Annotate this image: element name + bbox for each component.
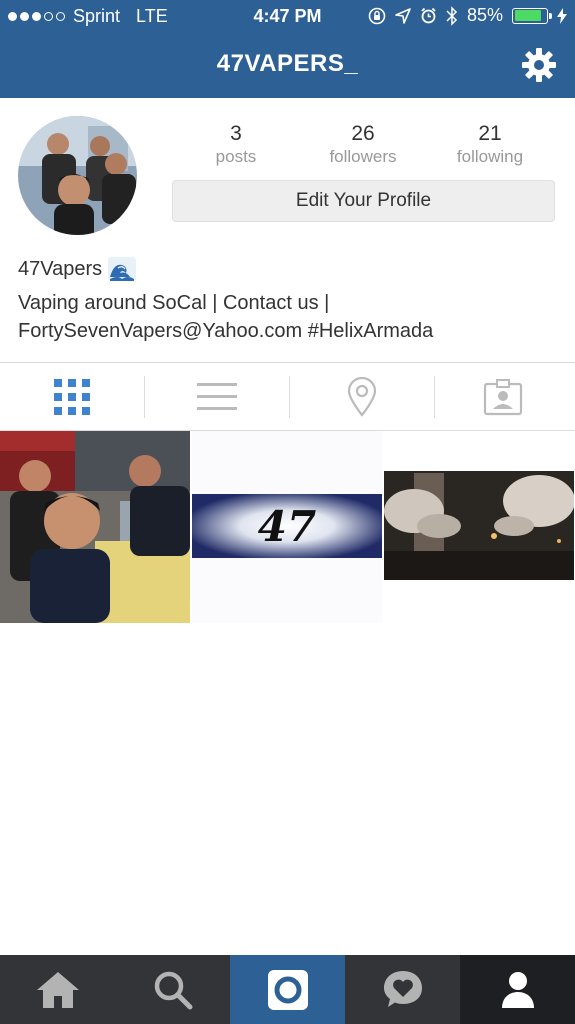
bottom-tab-bar — [0, 955, 575, 1024]
posts-count: 3 — [230, 122, 242, 145]
bio-line-2[interactable]: FortySevenVapers@Yahoo.com #HelixArmada — [18, 317, 558, 345]
tab-map[interactable] — [290, 363, 434, 430]
profile-name-row: 47Vapers — [18, 257, 137, 281]
post-thumbnail[interactable] — [0, 431, 190, 623]
photo-47-logo: 47 — [192, 431, 382, 623]
camera-icon — [267, 969, 308, 1010]
post-thumbnail[interactable]: 47 — [192, 431, 382, 623]
tab-grid[interactable] — [0, 363, 144, 430]
status-right: 85% — [368, 5, 567, 26]
gear-icon[interactable] — [521, 47, 557, 83]
display-name: 47Vapers — [18, 257, 103, 280]
tab-home[interactable] — [0, 955, 115, 1024]
tab-camera[interactable] — [230, 955, 345, 1024]
following-count: 21 — [478, 122, 502, 145]
list-icon — [197, 382, 237, 410]
stat-posts[interactable]: 3 posts — [172, 122, 300, 167]
search-icon — [154, 971, 192, 1009]
photo-vapor-clouds — [384, 431, 574, 623]
posts-label: posts — [215, 147, 257, 166]
stat-followers[interactable]: 26 followers — [299, 122, 427, 167]
followers-label: followers — [329, 147, 397, 166]
profile-bio: Vaping around SoCal | Contact us | Forty… — [18, 289, 558, 345]
location-pin-icon — [347, 376, 377, 417]
top-bar: Sprint LTE 4:47 PM 85% 47VAPERS_ — [0, 0, 575, 98]
orientation-lock-icon — [368, 7, 386, 24]
alarm-icon — [421, 7, 436, 24]
battery-percent: 85% — [466, 5, 503, 25]
profile-icon — [501, 971, 534, 1008]
photo-group-selfie — [0, 431, 190, 623]
profile-stats: 3 posts 26 followers 21 following — [172, 122, 556, 166]
edit-profile-button[interactable]: Edit Your Profile — [172, 180, 555, 222]
home-icon — [36, 971, 79, 1008]
grid-icon — [54, 378, 90, 415]
bio-line-1: Vaping around SoCal | Contact us | — [18, 292, 330, 314]
followers-count: 26 — [351, 122, 375, 145]
photo-47-text: 47 — [258, 502, 316, 551]
tab-activity[interactable] — [345, 955, 460, 1024]
activity-heart-icon — [383, 970, 422, 1007]
location-arrow-icon — [395, 7, 411, 24]
tagged-photos-icon — [483, 378, 523, 415]
following-label: following — [456, 147, 524, 166]
bluetooth-icon — [446, 5, 458, 26]
post-thumbnail[interactable] — [384, 431, 574, 623]
view-tabs — [0, 363, 575, 430]
photo-grid: 47 — [0, 431, 575, 623]
avatar[interactable] — [18, 116, 137, 235]
tab-list[interactable] — [145, 363, 289, 430]
tab-profile[interactable] — [460, 955, 575, 1024]
tab-tagged[interactable] — [431, 363, 575, 430]
page-title: 47VAPERS_ — [216, 50, 359, 77]
status-bar: Sprint LTE 4:47 PM 85% — [0, 0, 575, 32]
stat-following[interactable]: 21 following — [426, 122, 554, 167]
battery-icon — [512, 7, 552, 24]
charging-bolt-icon — [557, 7, 567, 24]
tab-search[interactable] — [115, 955, 230, 1024]
wave-emoji-icon — [108, 257, 137, 281]
